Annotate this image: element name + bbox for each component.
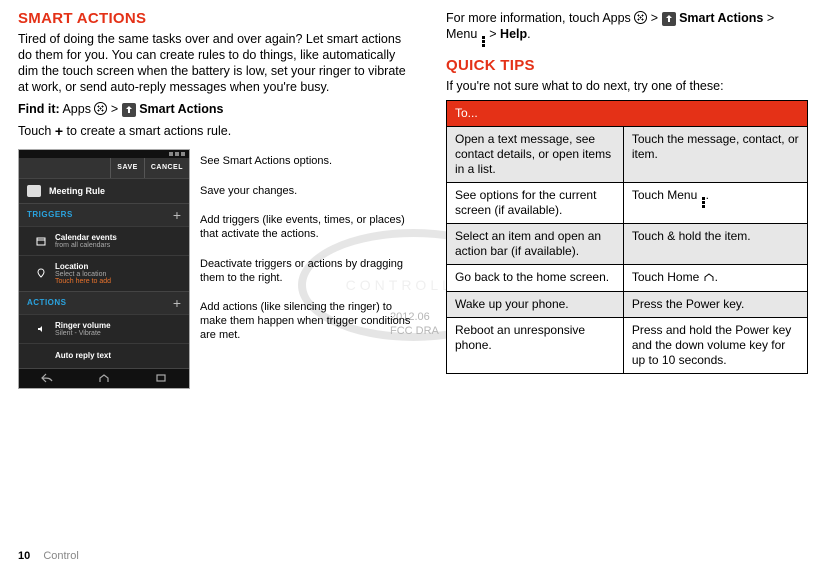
page-footer: 10 Control (18, 550, 79, 562)
trigger-sub: Select a location (55, 271, 111, 278)
gt-3: > (489, 27, 496, 41)
quick-tips-heading: Quick tips (446, 57, 808, 74)
tip-how: Press the Power key. (623, 292, 807, 318)
touch-prefix: Touch (18, 124, 51, 138)
tip-action: Select an item and open an action bar (i… (447, 224, 624, 265)
page-number: 10 (18, 550, 30, 562)
smart-actions-app-icon (122, 103, 136, 117)
actions-label: ACTIONS (27, 298, 67, 307)
tips-table: To... Open a text message, see contact d… (446, 100, 808, 374)
table-row: See options for the current screen (if a… (447, 183, 808, 224)
table-row: Open a text message, see contact details… (447, 127, 808, 183)
action-row[interactable]: Auto reply text (19, 343, 189, 368)
callout-deactivate: Deactivate triggers or actions by draggi… (200, 258, 418, 286)
title-bar: SAVE CANCEL (19, 158, 189, 178)
callout-add-actions: Add actions (like silencing the ringer) … (200, 301, 418, 342)
more-info-prefix: For more information, touch Apps (446, 11, 631, 25)
quick-tips-intro: If you're not sure what to do next, try … (446, 78, 808, 94)
smart-actions-app-label: Smart Actions (139, 102, 223, 116)
trigger-row[interactable]: Location Select a location Touch here to… (19, 255, 189, 291)
find-it-label: Find it: (18, 102, 60, 116)
phone-screenshot: SAVE CANCEL Meeting Rule TRIGGERS + Cale… (18, 149, 190, 389)
reply-icon (35, 350, 47, 362)
ringer-icon (35, 323, 47, 335)
smart-actions-intro: Tired of doing the same tasks over and o… (18, 31, 418, 95)
callouts: See Smart Actions options. Save your cha… (200, 149, 418, 389)
back-nav-icon[interactable] (39, 372, 55, 384)
table-row: Reboot an unresponsive phone. Press and … (447, 318, 808, 374)
trigger-sub2: Touch here to add (55, 278, 111, 285)
find-it-apps-text: Apps (62, 102, 91, 116)
trigger-main: Location (55, 262, 111, 271)
gt-1: > (111, 102, 118, 116)
home-icon (703, 271, 715, 286)
tip-how: Touch Home . (623, 265, 807, 292)
touch-suffix: to create a smart actions rule. (67, 124, 232, 138)
tip-how: Touch Menu . (623, 183, 807, 224)
trigger-row[interactable]: Calendar events from all calendars (19, 226, 189, 255)
add-trigger-button[interactable]: + (173, 208, 181, 222)
plus-icon: + (55, 123, 63, 139)
cancel-button[interactable]: CANCEL (144, 158, 189, 178)
action-sub: Silent - Vibrate (55, 330, 111, 337)
status-bar (19, 150, 189, 158)
more-info-help: Help (500, 27, 527, 41)
recent-nav-icon[interactable] (153, 372, 169, 384)
smart-actions-heading: Smart actions (18, 10, 418, 27)
rule-name: Meeting Rule (49, 186, 105, 196)
gt-2: > (651, 11, 658, 25)
tip-how: Touch the message, contact, or item. (623, 127, 807, 183)
nav-bar (19, 368, 189, 388)
action-main: Ringer volume (55, 321, 111, 330)
tip-action: Go back to the home screen. (447, 265, 624, 292)
trigger-main: Calendar events (55, 233, 117, 242)
tip-action: Reboot an unresponsive phone. (447, 318, 624, 374)
triggers-label: TRIGGERS (27, 210, 73, 219)
add-action-button[interactable]: + (173, 296, 181, 310)
table-header: To... (447, 101, 808, 127)
apps-icon (634, 11, 647, 24)
callout-add-triggers: Add triggers (like events, times, or pla… (200, 214, 418, 242)
action-main: Auto reply text (55, 351, 111, 360)
home-nav-icon[interactable] (96, 372, 112, 384)
rule-name-row[interactable]: Meeting Rule (19, 178, 189, 203)
tip-action: Open a text message, see contact details… (447, 127, 624, 183)
location-icon (35, 267, 47, 279)
menu-icon (481, 36, 486, 47)
touch-plus-line: Touch + to create a smart actions rule. (18, 123, 418, 141)
calendar-icon (35, 235, 47, 247)
tip-how: Press and hold the Power key and the dow… (623, 318, 807, 374)
trigger-sub: from all calendars (55, 242, 117, 249)
table-row: Wake up your phone. Press the Power key. (447, 292, 808, 318)
table-row: Go back to the home screen. Touch Home . (447, 265, 808, 292)
callout-save: Save your changes. (200, 185, 418, 199)
tip-action: Wake up your phone. (447, 292, 624, 318)
tip-how: Touch & hold the item. (623, 224, 807, 265)
actions-header: ACTIONS + (19, 291, 189, 314)
rule-icon (27, 185, 41, 197)
period: . (527, 27, 530, 41)
smart-actions-app-icon (662, 12, 676, 26)
callout-options: See Smart Actions options. (200, 155, 418, 169)
table-row: Select an item and open an action bar (i… (447, 224, 808, 265)
triggers-header: TRIGGERS + (19, 203, 189, 226)
more-info-line: For more information, touch Apps > Smart… (446, 10, 808, 47)
apps-icon (94, 102, 107, 115)
save-button[interactable]: SAVE (110, 158, 144, 178)
find-it-line: Find it: Apps > Smart Actions (18, 101, 418, 117)
action-row[interactable]: Ringer volume Silent - Vibrate (19, 314, 189, 343)
more-info-app: Smart Actions (679, 11, 763, 25)
section-name: Control (43, 550, 78, 562)
tip-action: See options for the current screen (if a… (447, 183, 624, 224)
